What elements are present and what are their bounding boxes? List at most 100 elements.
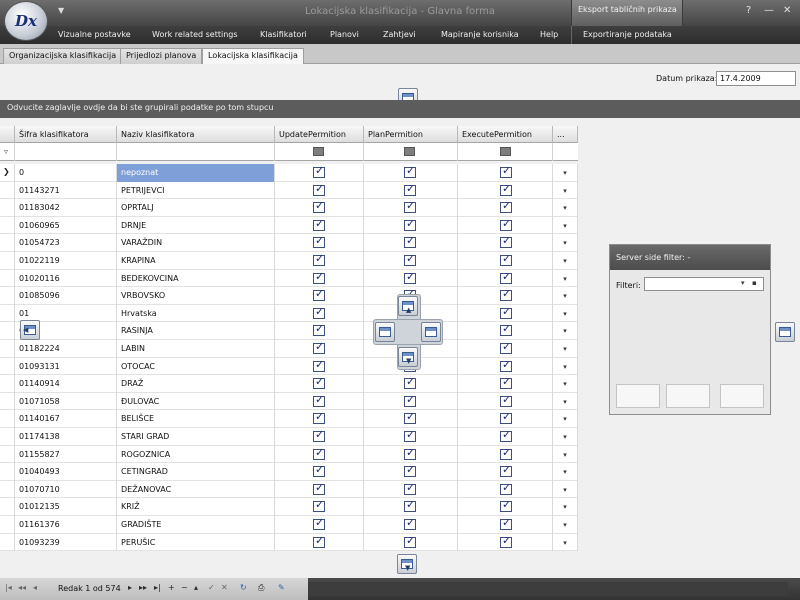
cell-more[interactable]: ▾: [553, 304, 578, 323]
table-row[interactable]: ❯ 0nepoznat ▾: [0, 164, 578, 182]
cell-execute-permition[interactable]: [458, 533, 553, 552]
checkbox-checked-icon[interactable]: [313, 516, 325, 530]
cell-execute-permition[interactable]: [458, 181, 553, 200]
cell-plan-permition[interactable]: [364, 516, 458, 534]
table-row[interactable]: 01174138STARI GRAD ▾: [0, 428, 578, 446]
cell-naziv[interactable]: OTOCAC: [117, 357, 275, 376]
cell-more[interactable]: ▾: [553, 392, 578, 411]
cell-update-permition[interactable]: [275, 269, 364, 288]
cell-execute-permition[interactable]: [458, 410, 553, 428]
checkbox-checked-icon[interactable]: [404, 498, 416, 513]
cell-update-permition[interactable]: [275, 463, 364, 481]
cell-plan-permition[interactable]: [364, 252, 458, 270]
end-edit-icon[interactable]: ✓: [208, 583, 215, 592]
cell-naziv[interactable]: DRNJE: [117, 216, 275, 235]
table-row[interactable]: 01022119KRAPINA ▾: [0, 252, 578, 270]
checkbox-checked-icon[interactable]: [313, 358, 325, 372]
cell-execute-permition[interactable]: [458, 516, 553, 534]
header-more[interactable]: ...: [553, 126, 578, 143]
cell-plan-permition[interactable]: [364, 498, 458, 516]
checkbox-checked-icon[interactable]: [500, 322, 512, 337]
cell-plan-permition[interactable]: [364, 463, 458, 481]
cell-execute-permition[interactable]: [458, 445, 553, 464]
cell-naziv[interactable]: ROGOZNICA: [117, 445, 275, 464]
cell-more[interactable]: ▾: [553, 340, 578, 358]
checkbox-checked-icon[interactable]: [313, 410, 325, 425]
checkbox-checked-icon[interactable]: [404, 393, 416, 407]
cell-sifra[interactable]: 01022119: [15, 252, 117, 270]
filter-sifra[interactable]: [15, 143, 117, 161]
checkbox-checked-icon[interactable]: [404, 252, 416, 266]
table-row[interactable]: 01183042OPRTALJ ▾: [0, 199, 578, 217]
dropdown-arrow-icon[interactable]: ▾: [563, 327, 567, 335]
header-sifra[interactable]: Šifra klasifikatora: [15, 126, 117, 143]
dropdown-arrow-icon[interactable]: ▾: [563, 239, 567, 247]
cell-plan-permition[interactable]: [364, 216, 458, 235]
filter-checkbox-icon[interactable]: [404, 147, 415, 156]
checkbox-checked-icon[interactable]: [313, 534, 325, 548]
cell-execute-permition[interactable]: [458, 322, 553, 340]
minimize-button[interactable]: —: [764, 5, 774, 16]
checkbox-checked-icon[interactable]: [404, 217, 416, 231]
next-page-icon[interactable]: ▸▸: [139, 583, 147, 592]
cell-plan-permition[interactable]: [364, 428, 458, 446]
checkbox-checked-icon[interactable]: [313, 393, 325, 407]
cell-update-permition[interactable]: [275, 357, 364, 376]
cell-sifra[interactable]: 01071058: [15, 392, 117, 411]
checkbox-checked-icon[interactable]: [500, 252, 512, 266]
cell-naziv[interactable]: GRADIŠTE: [117, 516, 275, 534]
close-button[interactable]: ✕: [783, 5, 791, 16]
chevron-down-icon[interactable]: ▾: [741, 279, 745, 287]
table-row[interactable]: 01143271PETRIJEVCI ▾: [0, 181, 578, 200]
cell-plan-permition[interactable]: [364, 181, 458, 200]
checkbox-checked-icon[interactable]: [313, 498, 325, 513]
table-row[interactable]: 662RASINJA▾: [0, 322, 578, 340]
cell-update-permition[interactable]: [275, 392, 364, 411]
group-by-panel[interactable]: Odvucite zaglavlje ovdje da bi ste grupi…: [0, 100, 800, 118]
dock-bottom-button[interactable]: ▼: [397, 554, 417, 574]
table-row[interactable]: 01085096VRBOVSKO ▾: [0, 287, 578, 305]
cell-update-permition[interactable]: [275, 480, 364, 499]
server-filter-button-1[interactable]: [616, 384, 660, 408]
checkbox-checked-icon[interactable]: [500, 182, 512, 196]
menu-mapiranje-korisnika[interactable]: Mapiranje korisnika: [441, 30, 519, 39]
cell-sifra[interactable]: 01155827: [15, 445, 117, 464]
tab-organizacijska-klasifikacija[interactable]: Organizacijska klasifikacija: [3, 48, 123, 64]
cell-sifra[interactable]: 01085096: [15, 287, 117, 305]
menu-help[interactable]: Help: [540, 30, 558, 39]
cell-update-permition[interactable]: [275, 164, 364, 182]
checkbox-checked-icon[interactable]: [404, 534, 416, 548]
cell-more[interactable]: ▾: [553, 498, 578, 516]
checkbox-checked-icon[interactable]: [313, 270, 325, 284]
cell-execute-permition[interactable]: [458, 375, 553, 393]
dropdown-arrow-icon[interactable]: ▾: [563, 169, 567, 177]
context-tab-export[interactable]: Eksport tabličnih prikaza: [571, 0, 683, 26]
cell-execute-permition[interactable]: [458, 287, 553, 305]
cell-plan-permition[interactable]: [364, 445, 458, 464]
cell-plan-permition[interactable]: [364, 234, 458, 252]
checkbox-checked-icon[interactable]: [500, 375, 512, 390]
filter-naziv[interactable]: [117, 143, 275, 161]
cell-naziv[interactable]: BELIŠCE: [117, 410, 275, 428]
cell-update-permition[interactable]: [275, 498, 364, 516]
checkbox-checked-icon[interactable]: [313, 164, 325, 178]
cell-execute-permition[interactable]: [458, 357, 553, 376]
cell-execute-permition[interactable]: [458, 498, 553, 516]
filter-edit-icon[interactable]: ✎: [278, 583, 285, 592]
dropdown-arrow-icon[interactable]: ▾: [563, 222, 567, 230]
cell-more[interactable]: ▾: [553, 252, 578, 270]
menu-exportiranje-podataka[interactable]: Exportiranje podataka: [583, 30, 672, 39]
cell-naziv[interactable]: DEŽANOVAC: [117, 480, 275, 499]
cell-plan-permition[interactable]: [364, 410, 458, 428]
checkbox-checked-icon[interactable]: [313, 234, 325, 249]
cell-execute-permition[interactable]: [458, 463, 553, 481]
cell-sifra[interactable]: 01054723: [15, 234, 117, 252]
checkbox-checked-icon[interactable]: [404, 410, 416, 425]
server-filter-combo[interactable]: ▾ ▪: [644, 277, 764, 291]
cell-execute-permition[interactable]: [458, 199, 553, 217]
dropdown-arrow-icon[interactable]: ▾: [563, 503, 567, 511]
cell-sifra[interactable]: 01070710: [15, 480, 117, 499]
header-update-permition[interactable]: UpdatePermition: [275, 126, 364, 143]
cell-more[interactable]: ▾: [553, 234, 578, 252]
cell-naziv[interactable]: DRAŽ: [117, 375, 275, 393]
